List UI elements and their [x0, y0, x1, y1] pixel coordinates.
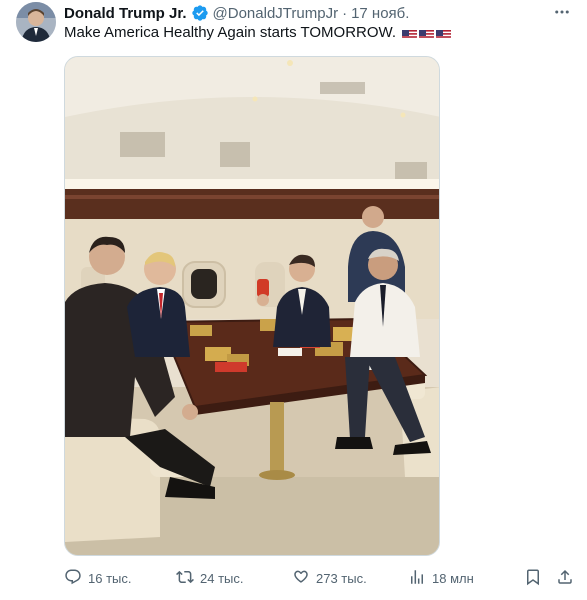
share-button[interactable] — [556, 568, 574, 588]
retweet-button[interactable]: 24 тыс. — [176, 568, 243, 588]
tweet-text-content: Make America Healthy Again starts TOMORR… — [64, 24, 397, 41]
views-button[interactable]: 18 млн — [408, 568, 474, 588]
verified-badge-icon — [191, 4, 209, 22]
reply-icon — [64, 568, 82, 589]
more-icon[interactable] — [551, 2, 573, 22]
us-flag-icon — [402, 28, 418, 39]
reply-count: 16 тыс. — [88, 570, 132, 586]
avatar[interactable] — [16, 2, 56, 42]
share-icon — [556, 568, 574, 589]
separator-dot: · — [342, 4, 348, 22]
bookmark-button[interactable] — [524, 568, 542, 588]
tweet: Donald Trump Jr. @DonaldJTrumpJr · 17 но… — [0, 0, 587, 600]
like-icon — [292, 568, 310, 589]
flag-emojis — [402, 28, 452, 39]
timestamp[interactable]: 17 нояб. — [351, 5, 409, 22]
like-button[interactable]: 273 тыс. — [292, 568, 367, 588]
tweet-header: Donald Trump Jr. @DonaldJTrumpJr · 17 но… — [64, 3, 409, 23]
reply-button[interactable]: 16 тыс. — [64, 568, 131, 588]
tweet-text: Make America Healthy Again starts TOMORR… — [64, 24, 452, 42]
views-icon — [408, 568, 426, 589]
display-name[interactable]: Donald Trump Jr. — [64, 5, 187, 22]
like-count: 273 тыс. — [316, 570, 367, 586]
views-count: 18 млн — [432, 570, 474, 586]
tweet-actions: 16 тыс. 24 тыс. 273 тыс. 18 млн — [64, 568, 576, 588]
airplane-cabin-photo — [65, 57, 439, 555]
retweet-icon — [176, 568, 194, 589]
us-flag-icon — [419, 28, 435, 39]
tweet-photo[interactable] — [64, 56, 440, 556]
handle[interactable]: @DonaldJTrumpJr — [213, 5, 339, 22]
us-flag-icon — [436, 28, 452, 39]
retweet-count: 24 тыс. — [200, 570, 244, 586]
bookmark-icon — [524, 568, 542, 589]
